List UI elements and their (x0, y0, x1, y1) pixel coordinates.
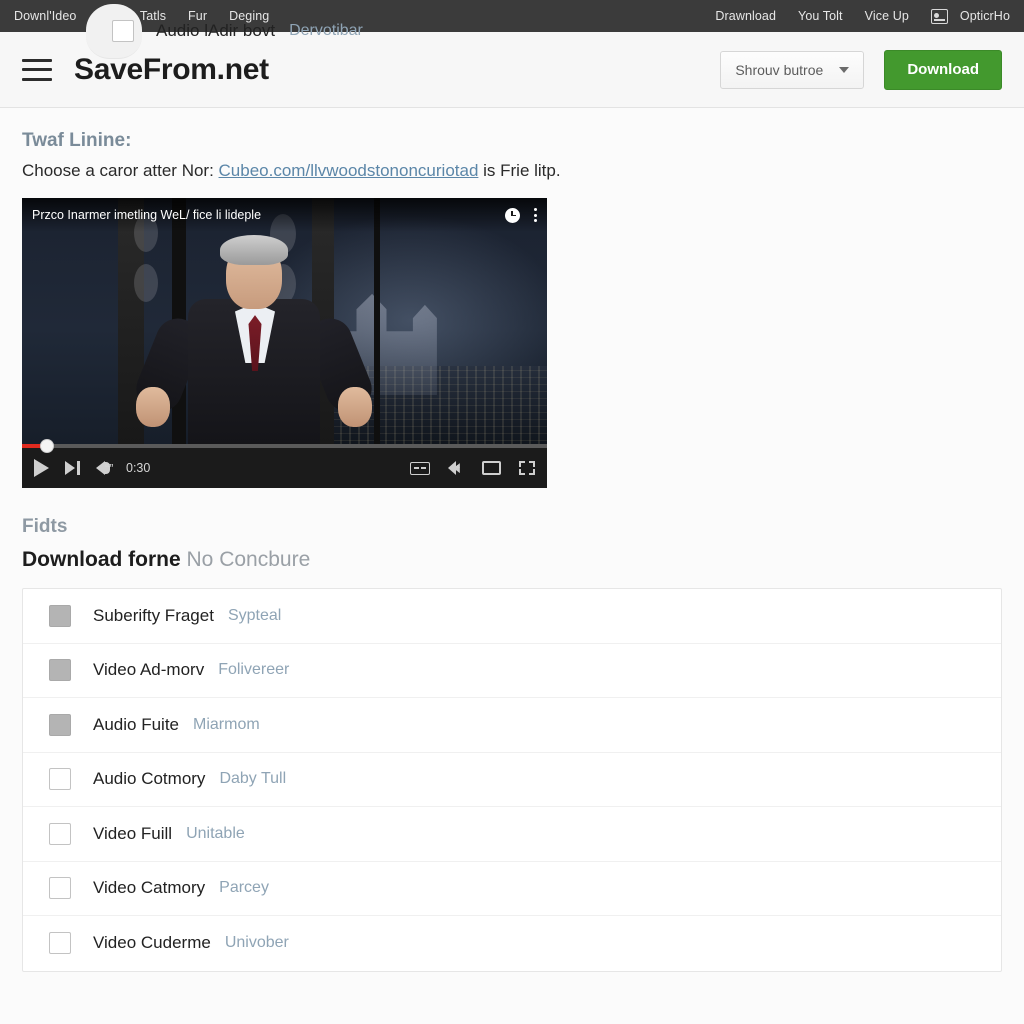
volume-icon[interactable] (96, 461, 110, 476)
table-row[interactable]: Video Cuderme Univober (23, 916, 1001, 971)
row-label: Video Fuill (93, 823, 173, 843)
description-line: Choose a caror atter Nor: Cubeo.com/llvw… (22, 160, 1002, 182)
video-player[interactable]: Przco Inarmer imetling WeL/ fice li lide… (22, 198, 547, 489)
settings-icon[interactable] (448, 460, 464, 476)
row-meta: Sypteal (227, 606, 282, 624)
row-checkbox[interactable] (49, 604, 71, 627)
table-row[interactable]: Suberifty Fraget Sypteal (23, 589, 1001, 644)
row-checkbox[interactable] (49, 768, 71, 791)
description-suffix: is Frie litp. (478, 161, 561, 180)
chevron-down-icon (839, 66, 850, 73)
video-title-overlay: Przco Inarmer imetling WeL/ fice li lide… (22, 198, 547, 233)
presenter-hand (136, 387, 170, 428)
video-title: Przco Inarmer imetling WeL/ fice li lide… (32, 208, 262, 223)
set-pillar (374, 198, 380, 463)
main-content: Twaf Linine: Choose a caror atter Nor: C… (0, 4, 1024, 972)
row-label: Video Cuderme (93, 933, 211, 953)
document-icon (930, 8, 948, 24)
row-meta: Univober (224, 934, 289, 952)
table-row[interactable]: Video Ad-morv Folivereer (23, 644, 1001, 699)
row-label: Audio Cotmory (93, 769, 206, 789)
row-label: Video Catmory (93, 878, 206, 898)
download-heading-muted: No Concbure (186, 548, 311, 572)
files-label: Fidts (22, 516, 68, 538)
row-checkbox[interactable] (49, 822, 71, 845)
kebab-menu-icon[interactable] (534, 208, 537, 223)
top-utility-bar: Downl'Ideo Tiik Tatls Fur Deging Drawnlo… (0, 0, 1024, 32)
presenter-figure (129, 235, 379, 465)
row-meta: Unitable (186, 824, 245, 842)
row-checkbox[interactable] (112, 19, 134, 42)
row-checkbox[interactable] (49, 659, 71, 682)
hamburger-bar (22, 58, 52, 62)
header-actions: Shrouv butroe Download (720, 49, 1002, 90)
video-top-actions (505, 207, 537, 223)
row-meta: Dervotibar (289, 21, 363, 39)
row-checkbox[interactable] (49, 713, 71, 736)
topbar-item-opticrho-label: OpticrHo (959, 9, 1010, 23)
row-meta: Folivereer (218, 661, 290, 679)
row-checkbox[interactable] (49, 877, 71, 900)
hamburger-bar (22, 77, 52, 81)
source-link[interactable]: Cubeo.com/llvwoodstononcuriotad (219, 161, 479, 180)
captions-icon[interactable] (410, 461, 430, 475)
quality-select-value: Shrouv butroe (735, 61, 824, 78)
table-row[interactable]: Audio lAdir bovt Dervotibar (86, 4, 363, 59)
theater-mode-icon[interactable] (482, 461, 501, 476)
hamburger-bar (22, 68, 52, 71)
page-title: Twaf Linine: (22, 130, 132, 151)
row-checkbox[interactable] (49, 932, 71, 955)
topbar-nav-right: Drawnload You Tolt Vice Up OpticrHo (715, 8, 1010, 24)
site-header: SaveFrom.net Shrouv butroe Download (0, 32, 1024, 108)
row-label: Video Ad-morv (93, 660, 205, 680)
table-row[interactable]: Audio Cotmory Daby Tull (23, 753, 1001, 808)
download-button[interactable]: Download (884, 49, 1002, 90)
topbar-item-opticrho[interactable]: OpticrHo (930, 8, 1010, 24)
row-label: Audio Fuite (93, 714, 179, 734)
download-heading-strong: Download forne (22, 548, 181, 572)
row-meta: Parcey (219, 879, 269, 897)
fullscreen-icon[interactable] (519, 461, 535, 476)
video-time: 0:30 (126, 461, 151, 476)
next-icon[interactable] (65, 461, 80, 476)
row-label: Audio lAdir bovt (156, 20, 276, 40)
topbar-item-youtolt[interactable]: You Tolt (798, 9, 843, 23)
topbar-item-download-video[interactable]: Downl'Ideo (14, 9, 76, 23)
table-row[interactable]: Video Catmory Parcey (23, 862, 1001, 917)
download-options-list: Audio lAdir bovt Dervotibar Suberifty Fr… (22, 4, 1002, 972)
presenter-hand (338, 387, 372, 428)
video-controls-right (410, 460, 535, 476)
hamburger-icon[interactable] (22, 58, 52, 81)
quality-select[interactable]: Shrouv butroe (720, 50, 865, 89)
play-icon[interactable] (34, 459, 49, 478)
video-controls: 0:30 (22, 448, 547, 488)
row-meta: Daby Tull (219, 770, 287, 788)
topbar-item-viceup[interactable]: Vice Up (865, 9, 909, 23)
video-control-bar: 0:30 (22, 439, 547, 489)
table-row[interactable]: Audio Fuite Miarmom (23, 698, 1001, 753)
row-meta: Miarmom (193, 715, 260, 733)
topbar-item-drawnload[interactable]: Drawnload (715, 9, 776, 23)
presenter-hair (220, 235, 288, 266)
description-prefix: Choose a caror atter Nor: (22, 161, 219, 180)
clock-icon[interactable] (505, 207, 520, 223)
row-label: Suberifty Fraget (93, 605, 214, 625)
download-heading: Download forne No Concbure (22, 548, 1002, 572)
table-row[interactable]: Video Fuill Unitable (23, 807, 1001, 862)
